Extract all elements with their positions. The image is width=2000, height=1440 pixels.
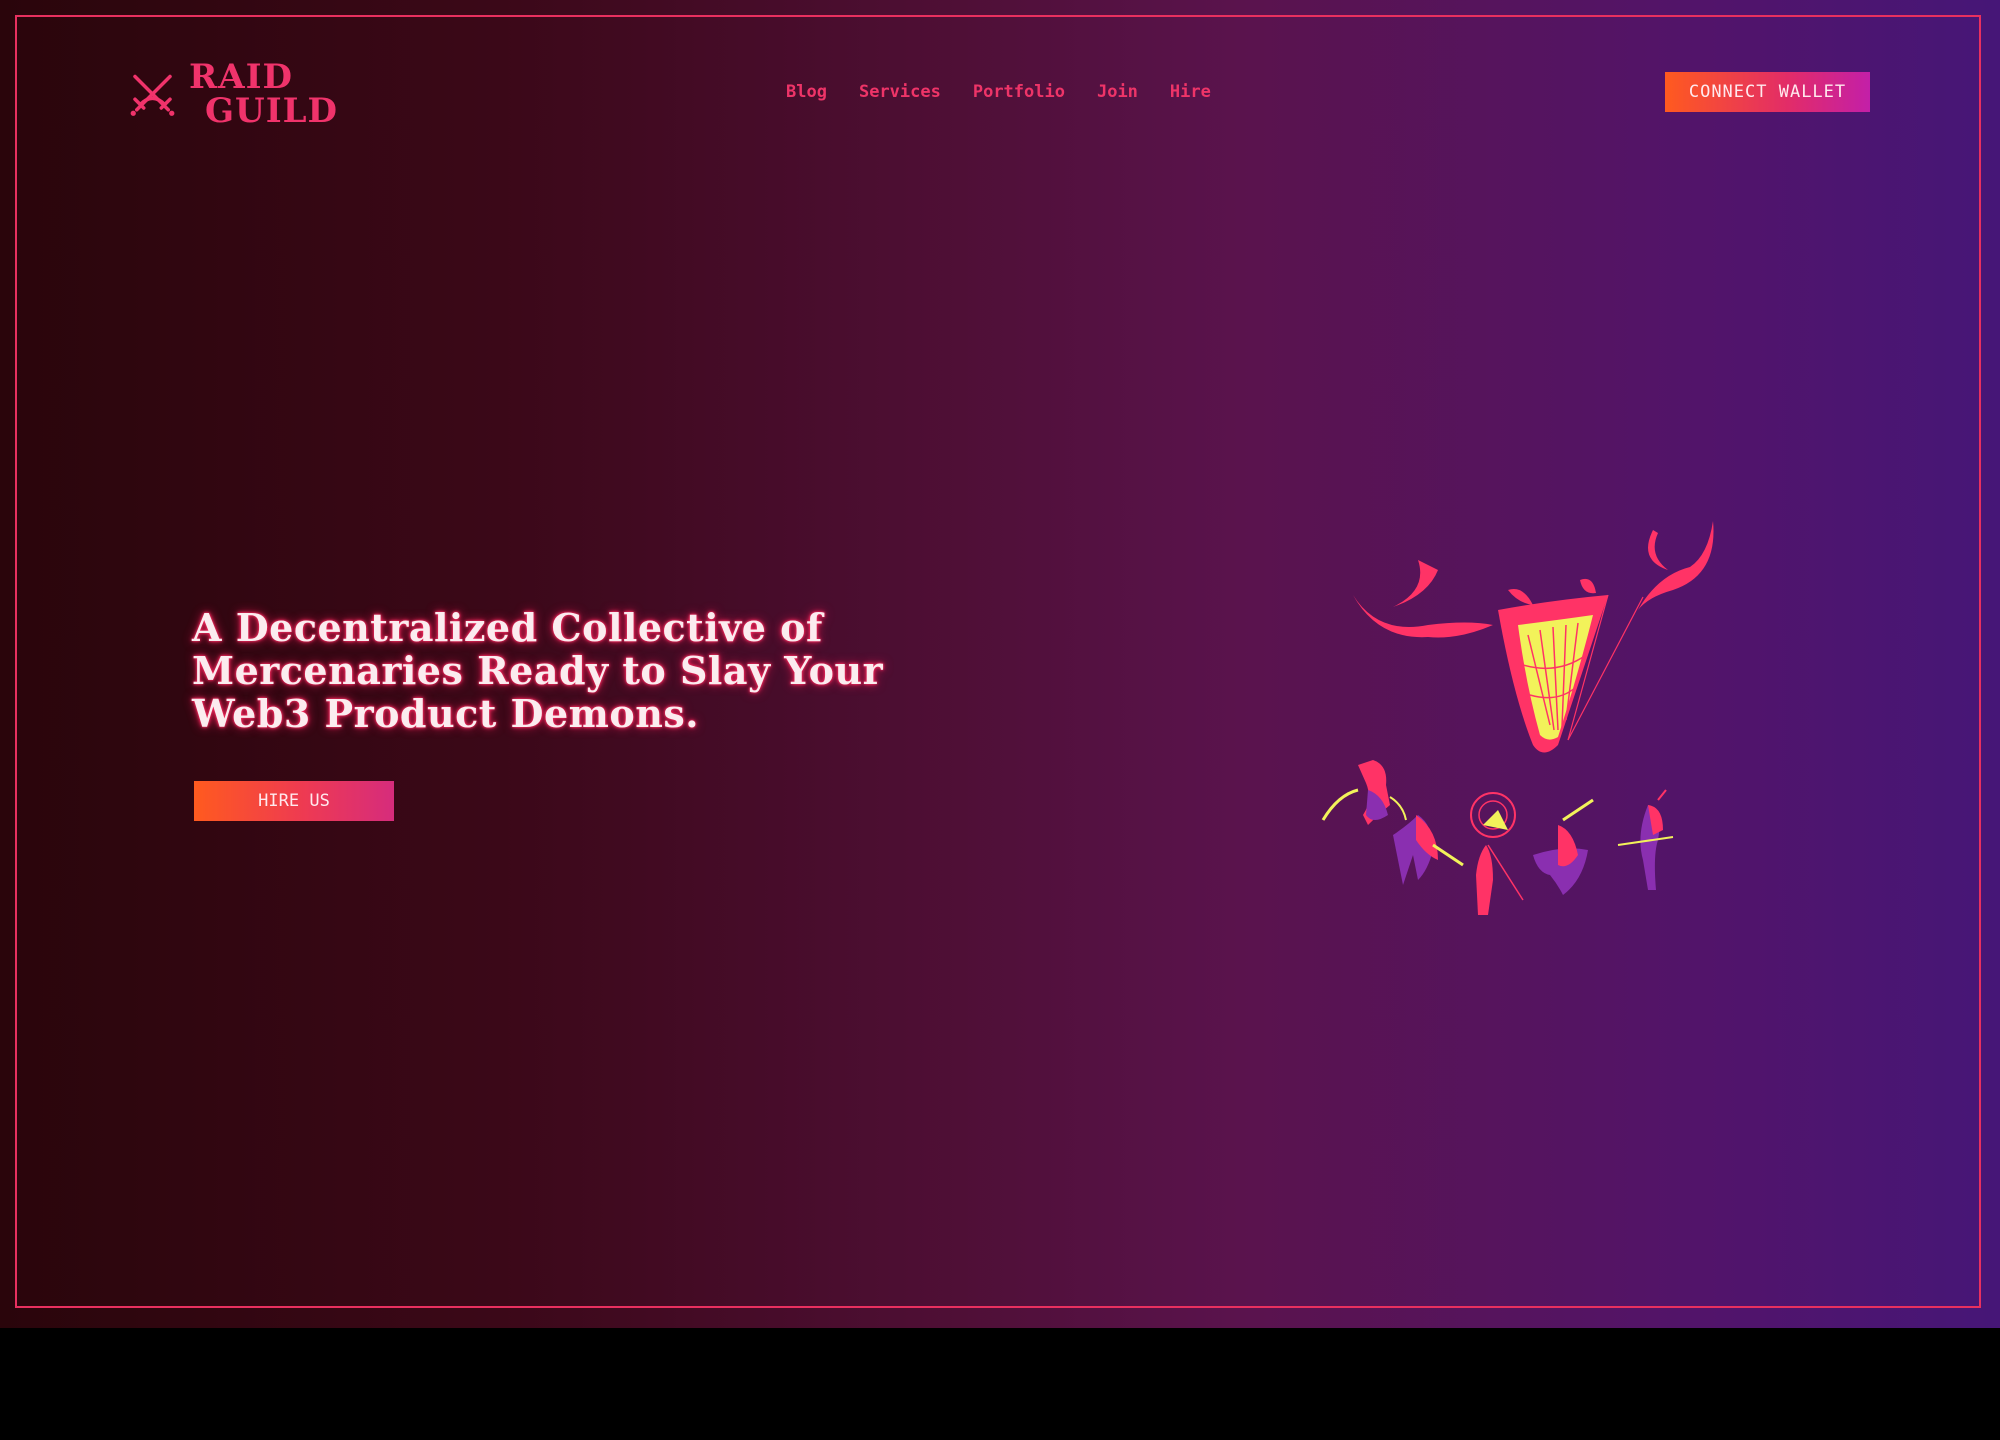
- crossed-swords-icon: [130, 74, 175, 116]
- connect-wallet-button[interactable]: CONNECT WALLET: [1665, 72, 1870, 112]
- nav-link-join[interactable]: Join: [1097, 82, 1138, 102]
- hire-us-button[interactable]: HIRE US: [194, 781, 394, 821]
- nav-link-services[interactable]: Services: [859, 82, 941, 102]
- brand-name-line2: GUILD: [205, 91, 338, 131]
- brand-logo[interactable]: RAID GUILD: [128, 60, 338, 128]
- raiders-icon: [1321, 760, 1674, 915]
- bottom-bar: [0, 1328, 2000, 1440]
- nav-link-hire[interactable]: Hire: [1170, 82, 1211, 102]
- hero-title: A Decentralized Collective of Mercenarie…: [192, 605, 884, 736]
- demon-and-raiders-illustration: [1321, 521, 1714, 915]
- brand-name-line1: RAID: [189, 57, 294, 97]
- main-nav: Blog Services Portfolio Join Hire: [786, 78, 1211, 106]
- page-background: RAID GUILD Blog Services Portfolio Join …: [0, 0, 2000, 1328]
- nav-link-portfolio[interactable]: Portfolio: [973, 82, 1065, 102]
- nav-link-blog[interactable]: Blog: [786, 82, 827, 102]
- brand-name: RAID GUILD: [189, 60, 338, 128]
- demon-icon: [1353, 521, 1714, 753]
